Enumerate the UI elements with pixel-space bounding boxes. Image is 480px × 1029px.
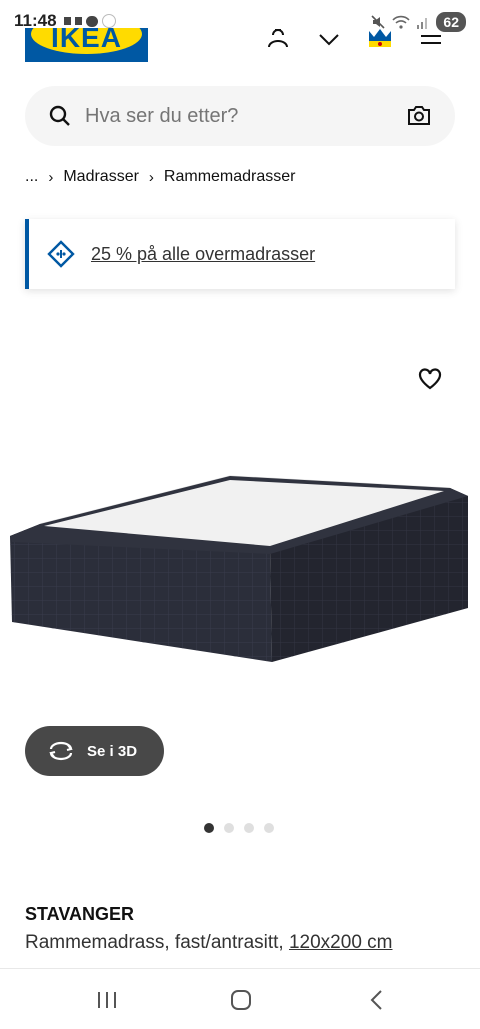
breadcrumb-ellipsis[interactable]: ... [25, 168, 38, 186]
header-icons [265, 26, 444, 52]
search-icon[interactable] [49, 105, 71, 127]
home-icon[interactable] [230, 989, 252, 1011]
rotate-3d-icon [49, 741, 73, 761]
view-3d-button[interactable]: Se i 3D [25, 726, 164, 776]
carousel-dot[interactable] [204, 823, 214, 833]
carousel-indicator [204, 823, 274, 833]
system-nav-bar [0, 968, 480, 1029]
breadcrumb-item-rammemadrasser[interactable]: Rammemadrasser [164, 168, 296, 186]
price-tag-icon [47, 240, 75, 268]
heart-icon [418, 368, 442, 390]
carousel-dot[interactable] [224, 823, 234, 833]
menu-icon[interactable] [418, 26, 444, 52]
product-image[interactable] [0, 460, 480, 680]
promo-link[interactable]: 25 % på alle overmadrasser [91, 244, 315, 265]
user-icon[interactable] [265, 26, 291, 52]
search-bar[interactable] [25, 86, 455, 146]
camera-icon[interactable] [407, 104, 431, 126]
chevron-down-icon[interactable] [316, 26, 342, 52]
product-description-text: Rammemadrass, fast/antrasitt, [25, 932, 284, 953]
ikea-logo[interactable]: IKEA [25, 28, 148, 62]
search-input[interactable] [85, 86, 385, 146]
carousel-dot[interactable] [264, 823, 274, 833]
product-size-link[interactable]: 120x200 cm [289, 932, 393, 953]
mattress-image [10, 475, 468, 662]
notification-icons [64, 14, 116, 28]
family-icon[interactable] [367, 26, 393, 52]
logo-oval: IKEA [31, 28, 142, 54]
chevron-right-icon: › [48, 168, 54, 186]
product-description: Rammemadrass, fast/antrasitt, 120x200 cm [25, 932, 393, 954]
breadcrumb: ... › Madrasser › Rammemadrasser [25, 168, 296, 186]
chat-icon [86, 15, 98, 27]
promo-banner[interactable]: 25 % på alle overmadrasser [25, 219, 455, 289]
favorite-button[interactable] [417, 367, 443, 396]
logo-text: IKEA [51, 28, 122, 53]
notification-icon [75, 17, 82, 25]
product-name: STAVANGER [25, 904, 135, 924]
notification-icon [64, 17, 71, 25]
view-3d-label: Se i 3D [87, 742, 138, 760]
chevron-right-icon: › [148, 168, 154, 186]
recent-apps-icon[interactable] [96, 989, 118, 1011]
message-icon [102, 14, 116, 28]
breadcrumb-item-madrasser[interactable]: Madrasser [63, 168, 139, 186]
back-icon[interactable] [366, 989, 388, 1011]
carousel-dot[interactable] [244, 823, 254, 833]
